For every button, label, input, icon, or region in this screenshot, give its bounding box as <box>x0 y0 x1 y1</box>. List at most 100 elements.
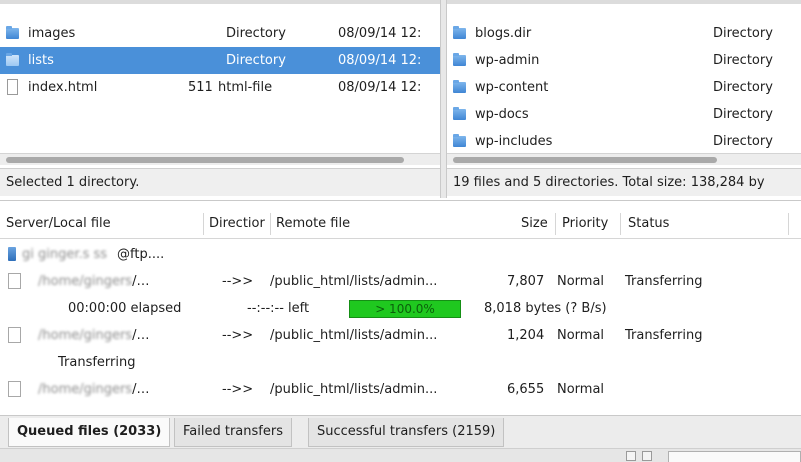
column-divider[interactable] <box>555 213 556 235</box>
tab-successful-transfers[interactable]: Successful transfers (2159) <box>308 418 505 447</box>
transfer-rate: 8,018 bytes (? B/s) <box>484 301 607 316</box>
queue-tab-bar: Queued files (2033) Failed transfers Suc… <box>0 415 801 448</box>
remote-status-text: 19 files and 5 directories. Total size: … <box>447 168 801 196</box>
file-type: html-file <box>218 80 273 95</box>
remote-file-list[interactable]: blogs.dir Directory wp-admin Directory w… <box>446 0 801 198</box>
file-type: Directory <box>713 53 773 68</box>
remote-row-wp-content[interactable]: wp-content Directory <box>447 74 801 101</box>
file-icon <box>8 273 21 289</box>
file-name: wp-includes <box>475 134 553 149</box>
transfer-progress-row: 00:00:00 elapsed --:--:-- left > 100.0% … <box>0 295 801 322</box>
column-status[interactable]: Status <box>628 216 669 231</box>
priority: Normal <box>557 274 605 289</box>
column-size[interactable]: Size <box>521 216 548 231</box>
transfer-queue[interactable]: Server/Local file Directior Remote file … <box>0 200 801 415</box>
folder-icon <box>453 107 466 120</box>
queue-status-icon <box>626 451 636 461</box>
queue-item[interactable]: /home/gingers/… -->> /public_html/lists/… <box>0 322 801 349</box>
connection-status-icon <box>642 451 652 461</box>
direction: -->> <box>222 382 254 397</box>
local-list-top-edge <box>0 0 440 4</box>
file-type: Directory <box>713 26 773 41</box>
file-name: wp-content <box>475 80 549 95</box>
remote-row-wp-includes[interactable]: wp-includes Directory <box>447 128 801 155</box>
size: 6,655 <box>507 382 545 397</box>
folder-icon <box>6 53 19 66</box>
progress-bar: > 100.0% <box>349 300 461 318</box>
scrollbar-thumb[interactable] <box>453 157 717 163</box>
column-divider[interactable] <box>620 213 621 235</box>
queue-header: Server/Local file Directior Remote file … <box>0 209 801 239</box>
direction: -->> <box>222 274 254 289</box>
size: 1,204 <box>507 328 545 343</box>
server-icon <box>8 247 16 261</box>
column-direction[interactable]: Directior <box>209 216 269 231</box>
column-divider[interactable] <box>788 213 789 235</box>
folder-icon <box>453 26 466 39</box>
size: 7,807 <box>507 274 545 289</box>
local-status-text: Selected 1 directory. <box>0 168 440 196</box>
local-path: /home/gingers/… <box>38 274 150 289</box>
remote-list-top-edge <box>447 0 801 4</box>
redacted-username: gi ginger.s ss <box>22 247 108 262</box>
file-type: Directory <box>226 53 286 68</box>
file-type: Directory <box>713 80 773 95</box>
folder-icon <box>453 134 466 147</box>
remote-horizontal-scrollbar[interactable] <box>447 153 801 165</box>
remote-path: /public_html/lists/admin... <box>270 274 438 289</box>
file-name: wp-admin <box>475 53 540 68</box>
column-divider[interactable] <box>203 213 204 235</box>
remote-row-wp-admin[interactable]: wp-admin Directory <box>447 47 801 74</box>
remote-row-wp-docs[interactable]: wp-docs Directory <box>447 101 801 128</box>
file-name: wp-docs <box>475 107 529 122</box>
column-priority[interactable]: Priority <box>562 216 608 231</box>
transferring-label: Transferring <box>58 355 136 370</box>
file-size: 511 <box>188 80 213 95</box>
remote-row-blogs-dir[interactable]: blogs.dir Directory <box>447 20 801 47</box>
status: Transferring <box>625 328 703 343</box>
time-left: --:--:-- left <box>247 301 310 316</box>
file-modified: 08/09/14 12: <box>338 53 422 68</box>
column-divider[interactable] <box>270 213 271 235</box>
local-row-lists[interactable]: lists Directory 08/09/14 12: <box>0 47 440 74</box>
queue-server-row[interactable]: gi ginger.s ss @ftp.... <box>0 241 801 268</box>
local-row-images[interactable]: images Directory 08/09/14 12: <box>0 20 440 47</box>
local-horizontal-scrollbar[interactable] <box>0 153 440 165</box>
file-name: blogs.dir <box>475 26 532 41</box>
file-type: Directory <box>713 107 773 122</box>
column-remote-file[interactable]: Remote file <box>276 216 350 231</box>
elapsed-time: 00:00:00 elapsed <box>68 301 182 316</box>
file-type: Directory <box>226 26 286 41</box>
file-name: images <box>28 26 76 41</box>
folder-icon <box>453 80 466 93</box>
direction: -->> <box>222 328 254 343</box>
file-modified: 08/09/14 12: <box>338 80 422 95</box>
priority: Normal <box>557 382 605 397</box>
file-icon <box>8 381 21 397</box>
scrollbar-thumb[interactable] <box>6 157 404 163</box>
file-icon <box>7 79 18 95</box>
transfer-status-row: Transferring <box>0 349 801 376</box>
column-server-local-file[interactable]: Server/Local file <box>6 216 111 231</box>
status: Transferring <box>625 274 703 289</box>
server-host: @ftp.... <box>117 247 165 262</box>
tab-queued-files[interactable]: Queued files (2033) <box>8 418 171 447</box>
queue-item[interactable]: /home/gingers/… -->> /public_html/lists/… <box>0 268 801 295</box>
remote-path: /public_html/lists/admin... <box>270 382 438 397</box>
file-type: Directory <box>713 134 773 149</box>
status-bar <box>0 448 801 462</box>
queue-item[interactable]: /home/gingers/… -->> /public_html/lists/… <box>0 376 801 403</box>
priority: Normal <box>557 328 605 343</box>
local-row-index-html[interactable]: index.html 511 html-file 08/09/14 12: <box>0 74 440 101</box>
folder-icon <box>6 26 19 39</box>
local-path: /home/gingers/… <box>38 382 150 397</box>
tab-failed-transfers[interactable]: Failed transfers <box>174 418 292 447</box>
file-icon <box>8 327 21 343</box>
file-name: index.html <box>28 80 98 95</box>
file-name: lists <box>28 53 54 68</box>
remote-path: /public_html/lists/admin... <box>270 328 438 343</box>
local-path: /home/gingers/… <box>38 328 150 343</box>
file-modified: 08/09/14 12: <box>338 26 422 41</box>
folder-icon <box>453 53 466 66</box>
local-file-list[interactable]: images Directory 08/09/14 12: lists Dire… <box>0 0 441 198</box>
